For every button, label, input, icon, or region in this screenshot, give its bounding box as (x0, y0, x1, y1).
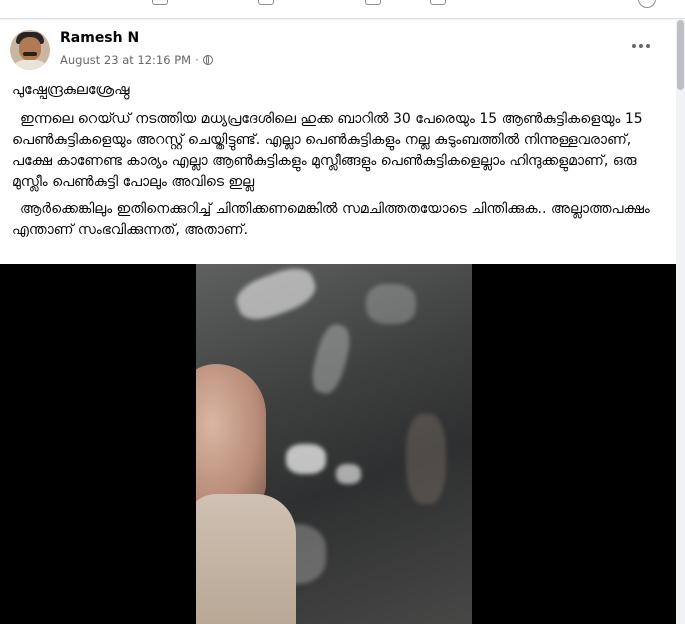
post-meta: August 23 at 12:16 PM · (60, 53, 213, 67)
post-paragraph: ആർക്കെങ്കിലും ഇതിനെക്കുറിച്ച് ചിന്തിക്കണ… (12, 201, 650, 238)
post-card: Ramesh N August 23 at 12:16 PM · പുഷ്പേന… (0, 20, 677, 624)
avatar[interactable] (10, 30, 50, 70)
author-name[interactable]: Ramesh N (60, 30, 139, 46)
top-nav-strip (0, 0, 685, 19)
nav-icon[interactable] (152, 0, 168, 5)
post-text: പുഷ്പേന്ദ്രകുലശ്രേഷ്ഠ ഇന്നലെ റെയ്ഡ് നടത്… (12, 80, 652, 241)
meta-separator: · (195, 53, 199, 67)
nav-icon[interactable] (258, 0, 274, 5)
scrollbar-thumb[interactable] (677, 20, 684, 90)
scrollbar[interactable] (676, 20, 685, 624)
post-timestamp[interactable]: August 23 at 12:16 PM (60, 53, 191, 67)
more-options-icon[interactable] (626, 36, 656, 56)
globe-icon[interactable] (202, 55, 213, 65)
nav-icon[interactable] (430, 0, 446, 5)
nav-icon[interactable] (365, 0, 381, 5)
post-paragraph: ഇന്നലെ റെയ്ഡ് നടത്തിയ മധ്യപ്രദേശിലെ ഹുക്… (12, 111, 643, 190)
post-video[interactable] (0, 264, 676, 624)
nav-circle-icon[interactable] (638, 0, 656, 8)
video-frame (196, 264, 472, 624)
post-title: പുഷ്പേന്ദ്രകുലശ്രേഷ്ഠ (12, 82, 130, 98)
